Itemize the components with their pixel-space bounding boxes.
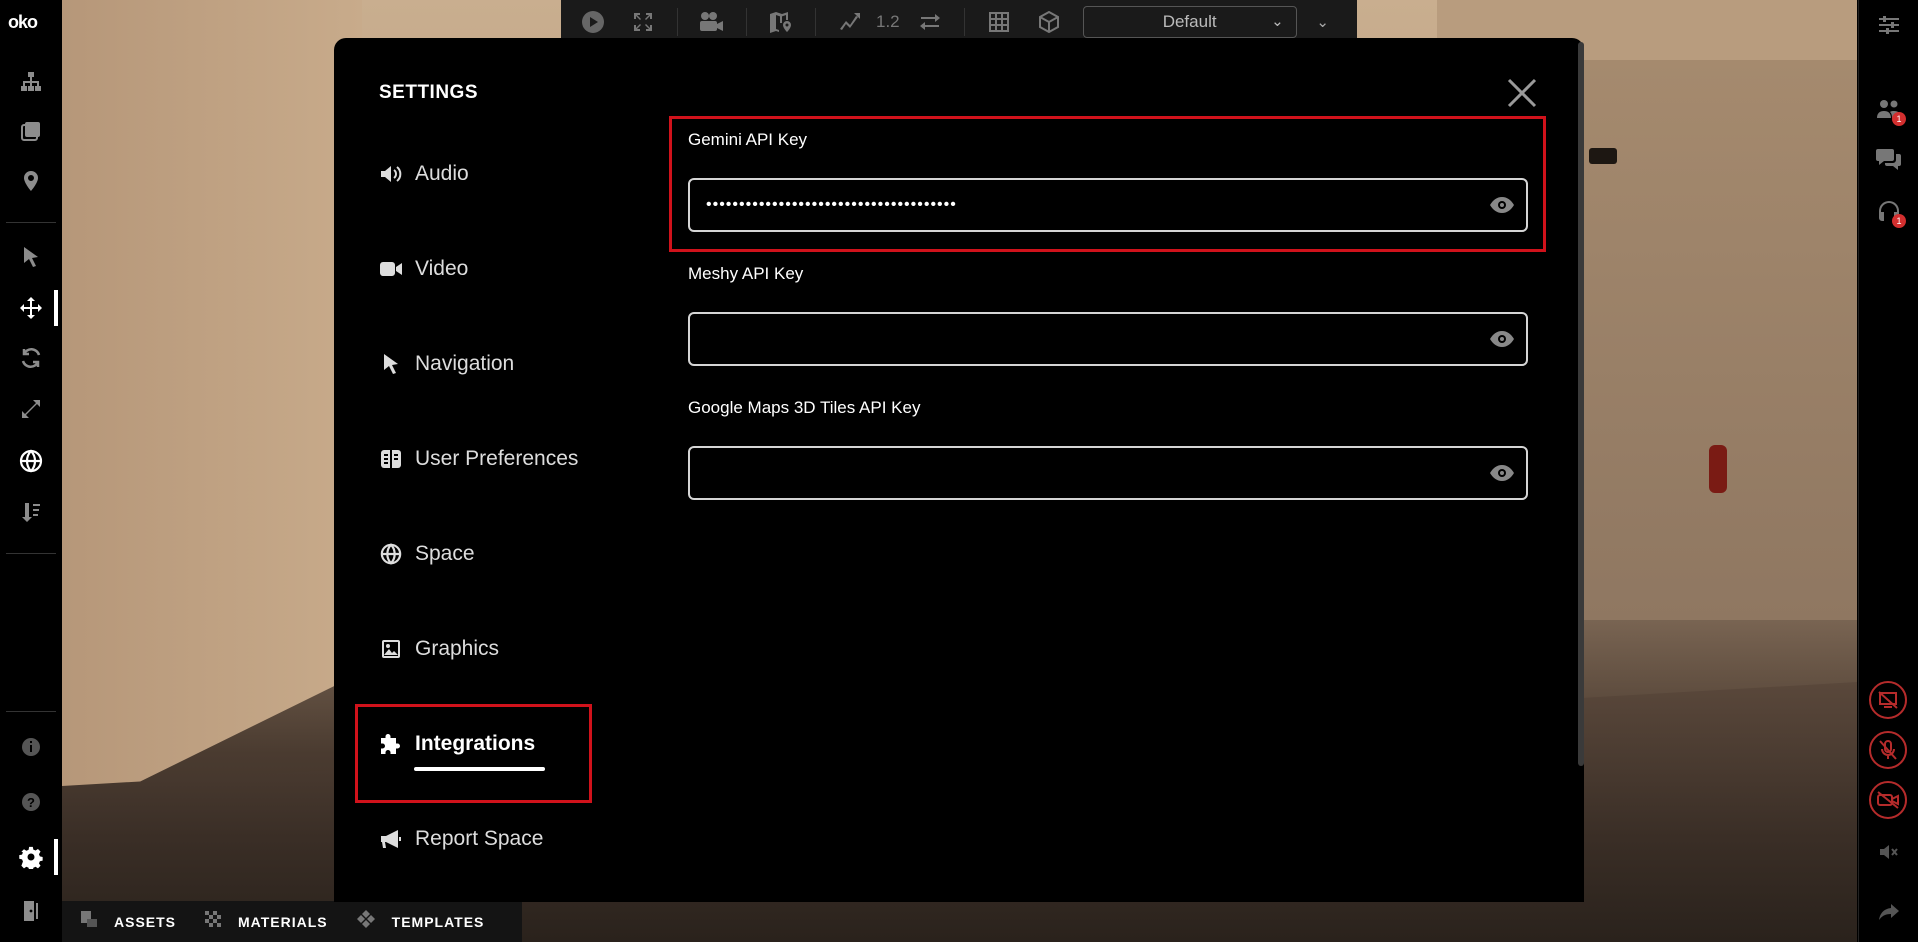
nav-item-navigation[interactable]: Navigation (379, 352, 514, 376)
exit-door-icon[interactable] (19, 899, 43, 923)
camera-off-icon[interactable] (1869, 781, 1907, 819)
fullscreen-icon[interactable] (627, 6, 659, 38)
map-location-icon[interactable] (765, 6, 797, 38)
screen-share-off-icon[interactable] (1869, 681, 1907, 719)
svg-text:?: ? (27, 795, 35, 810)
nav-label-space: Space (415, 542, 475, 565)
nav-label-user-preferences: User Preferences (415, 447, 579, 470)
layers-icon[interactable] (19, 119, 43, 143)
tab-templates-label: TEMPLATES (391, 913, 485, 930)
app-logo: oko (8, 12, 38, 32)
toolbar-divider (6, 711, 56, 712)
speaker-icon (379, 162, 403, 186)
tab-materials[interactable]: MATERIALS (204, 910, 328, 933)
rotate-tool-icon[interactable] (19, 346, 43, 370)
toolbar-divider (6, 222, 56, 223)
play-icon[interactable] (577, 6, 609, 38)
show-password-eye-icon[interactable] (1488, 325, 1516, 353)
cursor-icon (379, 352, 403, 376)
nav-label-navigation: Navigation (415, 352, 515, 375)
meshy-api-key-input[interactable] (688, 312, 1528, 366)
info-icon[interactable] (19, 735, 43, 759)
toolbar-separator (815, 8, 816, 36)
toolbar-separator (746, 8, 747, 36)
scale-tool-icon[interactable] (19, 397, 43, 421)
nav-item-space[interactable]: Space (379, 542, 475, 566)
hierarchy-icon[interactable] (19, 70, 43, 94)
bottom-tabs-bar: ASSETS MATERIALS TEMPLATES (62, 901, 522, 942)
audio-badge: 1 (1892, 214, 1906, 228)
nav-item-user-preferences[interactable]: User Preferences (379, 447, 578, 471)
assets-icon (80, 910, 98, 933)
camera-icon (379, 257, 403, 281)
nav-label-video: Video (415, 257, 469, 280)
chevron-down-icon: ⌄ (1271, 13, 1284, 30)
settings-gear-icon[interactable] (19, 845, 43, 869)
select-cursor-icon[interactable] (19, 245, 43, 269)
nav-label-report-space: Report Space (415, 827, 544, 850)
google-maps-api-key-input[interactable] (688, 446, 1528, 500)
toolbar-separator (963, 8, 965, 36)
camera-record-icon[interactable] (696, 6, 728, 38)
speaker-muted-icon[interactable] (1876, 839, 1902, 865)
modal-scrollbar[interactable] (1578, 42, 1584, 766)
show-password-eye-icon[interactable] (1488, 191, 1516, 219)
nav-item-audio[interactable]: Audio (379, 162, 469, 186)
scene-wall-left (62, 0, 362, 820)
active-tool-indicator (54, 290, 58, 326)
active-settings-indicator (54, 839, 58, 875)
people-icon[interactable]: 1 (1876, 96, 1906, 126)
scene-fire-extinguisher (1709, 445, 1727, 493)
integrations-highlight (355, 704, 592, 803)
scene-ceiling-lamp (1589, 148, 1617, 164)
gemini-api-key-input[interactable] (688, 178, 1528, 232)
help-icon[interactable]: ? (19, 790, 43, 814)
view-mode-select[interactable]: Default ⌄ (1082, 6, 1297, 38)
toolbar-divider (6, 553, 56, 554)
nav-item-graphics[interactable]: Graphics (379, 637, 499, 661)
cube-icon[interactable] (1033, 6, 1065, 38)
people-badge: 1 (1892, 112, 1906, 126)
world-space-icon[interactable] (19, 449, 43, 473)
left-toolbar: oko ? (0, 0, 62, 942)
location-pin-icon[interactable] (19, 169, 43, 193)
move-tool-icon[interactable] (19, 296, 43, 320)
share-arrow-icon[interactable] (1876, 899, 1902, 925)
globe-icon (379, 542, 403, 566)
grid-icon[interactable] (983, 6, 1015, 38)
google-maps-api-key-label: Google Maps 3D Tiles API Key (688, 398, 921, 417)
close-icon[interactable] (1504, 76, 1540, 112)
nav-label-audio: Audio (415, 162, 469, 185)
speed-icon[interactable] (834, 6, 866, 38)
swap-arrows-icon[interactable] (914, 6, 946, 38)
preferences-icon (379, 447, 403, 471)
meshy-api-key-label: Meshy API Key (688, 264, 804, 283)
tab-assets[interactable]: ASSETS (80, 910, 176, 933)
sliders-icon[interactable] (1876, 12, 1902, 38)
toolbar-separator (677, 8, 678, 36)
tab-materials-label: MATERIALS (238, 913, 328, 930)
gemini-api-key-label: Gemini API Key (688, 130, 808, 149)
headphones-icon[interactable]: 1 (1876, 198, 1906, 228)
nav-label-graphics: Graphics (415, 637, 500, 660)
speed-value: 1.2 (876, 12, 900, 31)
microphone-off-icon[interactable] (1869, 731, 1907, 769)
megaphone-icon (379, 827, 403, 851)
tab-templates[interactable]: TEMPLATES (356, 909, 485, 934)
tab-assets-label: ASSETS (114, 913, 177, 930)
sort-icon[interactable] (19, 500, 43, 524)
view-mode-value: Default (1162, 12, 1217, 31)
right-sidebar: 1 1 (1858, 0, 1918, 942)
chat-icon[interactable] (1876, 146, 1902, 172)
show-password-eye-icon[interactable] (1488, 459, 1516, 487)
materials-checker-icon (204, 910, 222, 933)
image-icon (379, 637, 403, 661)
nav-item-video[interactable]: Video (379, 257, 468, 281)
settings-modal: SETTINGS Audio Video Navigation User Pre… (334, 38, 1584, 902)
nav-item-report-space[interactable]: Report Space (379, 827, 543, 851)
templates-icon (356, 909, 376, 934)
chevron-down-icon[interactable]: ⌄ (1307, 6, 1339, 38)
settings-title: SETTINGS (379, 82, 479, 103)
